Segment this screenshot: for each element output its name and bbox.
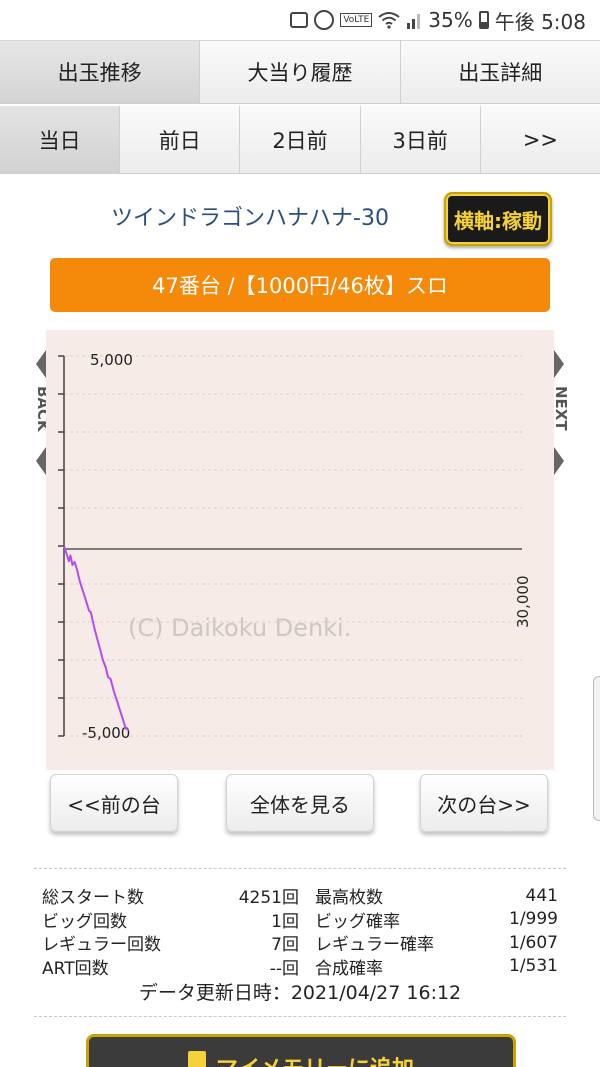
divider	[34, 1016, 566, 1017]
divider	[34, 868, 566, 869]
tab-3-days-ago[interactable]: 3日前	[360, 106, 481, 173]
max-medals-label: 最高枚数	[315, 888, 383, 909]
data-updated-timestamp: データ更新日時：2021/04/27 16:12	[138, 982, 462, 1004]
stat-row: 総スタート数 4251回 最高枚数 441	[42, 884, 558, 909]
add-to-memory-label: マイメモリーに追加	[216, 1051, 414, 1067]
tab-payout-detail[interactable]: 出玉詳細	[400, 41, 600, 103]
big-probability-value: 1/999	[509, 909, 558, 930]
regular-probability-value: 1/607	[509, 932, 558, 953]
chart-watermark: (C) Daikoku Denki.	[128, 614, 351, 642]
regular-count-value: 7回	[271, 935, 299, 956]
main-tabs: 出玉推移 大当り履歴 出玉詳細	[0, 40, 600, 104]
y-tick-max: 5,000	[90, 351, 133, 369]
tab-yesterday[interactable]: 前日	[120, 106, 241, 173]
unit-info-bar: 47番台 /【1000円/46枚】スロ	[50, 258, 550, 312]
art-count-value: --回	[269, 958, 299, 979]
volte-icon: VoLTE	[340, 13, 373, 27]
next-machine-button[interactable]: 次の台>>	[420, 774, 548, 832]
view-all-button[interactable]: 全体を見る	[226, 774, 374, 832]
tab-today[interactable]: 当日	[0, 106, 121, 173]
alarm-icon	[314, 10, 335, 30]
big-count-label: ビッグ回数	[42, 911, 127, 932]
tab-jackpot-history[interactable]: 大当り履歴	[200, 41, 401, 103]
y-tick-min: -5,000	[82, 724, 130, 742]
max-medals-value: 441	[525, 885, 558, 906]
payout-chart-svg: (C) Daikoku Denki. 5,000 -5,000 30,000	[46, 330, 554, 770]
stat-row: ビッグ回数 1回 ビッグ確率 1/999	[42, 908, 558, 932]
tab-payout-trend[interactable]: 出玉推移	[0, 41, 201, 103]
combined-probability-label: 合成確率	[315, 958, 383, 979]
next-nav[interactable]: NEXT	[552, 350, 570, 475]
signal-icon	[407, 14, 421, 29]
next-label: NEXT	[552, 386, 570, 431]
total-starts-label: 総スタート数	[42, 888, 144, 909]
clock-time: 午後 5:08	[494, 9, 586, 34]
add-to-memory-button[interactable]: マイメモリーに追加	[86, 1034, 516, 1067]
battery-percent: 35%	[428, 8, 473, 32]
combined-probability-value: 1/531	[509, 956, 558, 977]
tab-2-days-ago[interactable]: 2日前	[240, 106, 361, 173]
total-starts-value: 4251回	[238, 888, 299, 909]
chart-background	[46, 330, 554, 770]
x-tick-max: 30,000	[514, 576, 532, 629]
art-count-label: ART回数	[42, 958, 109, 979]
memo-icon	[187, 1051, 206, 1067]
wifi-icon	[378, 12, 400, 29]
payout-chart: (C) Daikoku Denki. 5,000 -5,000 30,000	[46, 330, 554, 770]
status-bar: VoLTE 35% 午後 5:08	[0, 0, 600, 40]
stat-row: レギュラー回数 7回 レギュラー確率 1/607	[42, 931, 558, 956]
regular-probability-label: レギュラー確率	[315, 935, 434, 956]
big-count-value: 1回	[271, 911, 299, 932]
stats-table: 総スタート数 4251回 最高枚数 441 ビッグ回数 1回 ビッグ確率 1/9…	[42, 884, 558, 979]
big-probability-label: ビッグ確率	[315, 911, 400, 932]
regular-count-label: レギュラー回数	[42, 935, 161, 956]
recycle-notification-icon	[290, 12, 309, 28]
machine-name: ツインドラゴンハナハナ-30	[111, 206, 389, 231]
day-tabs: 当日 前日 2日前 3日前 >>	[0, 106, 600, 174]
tab-more-days[interactable]: >>	[480, 106, 600, 173]
stat-row: ART回数 --回 合成確率 1/531	[42, 955, 558, 979]
axis-toggle-button[interactable]: 横軸:稼動	[444, 192, 552, 246]
prev-machine-button[interactable]: <<前の台	[50, 774, 178, 832]
scrollbar-thumb[interactable]	[593, 676, 600, 821]
battery-icon	[478, 11, 489, 29]
